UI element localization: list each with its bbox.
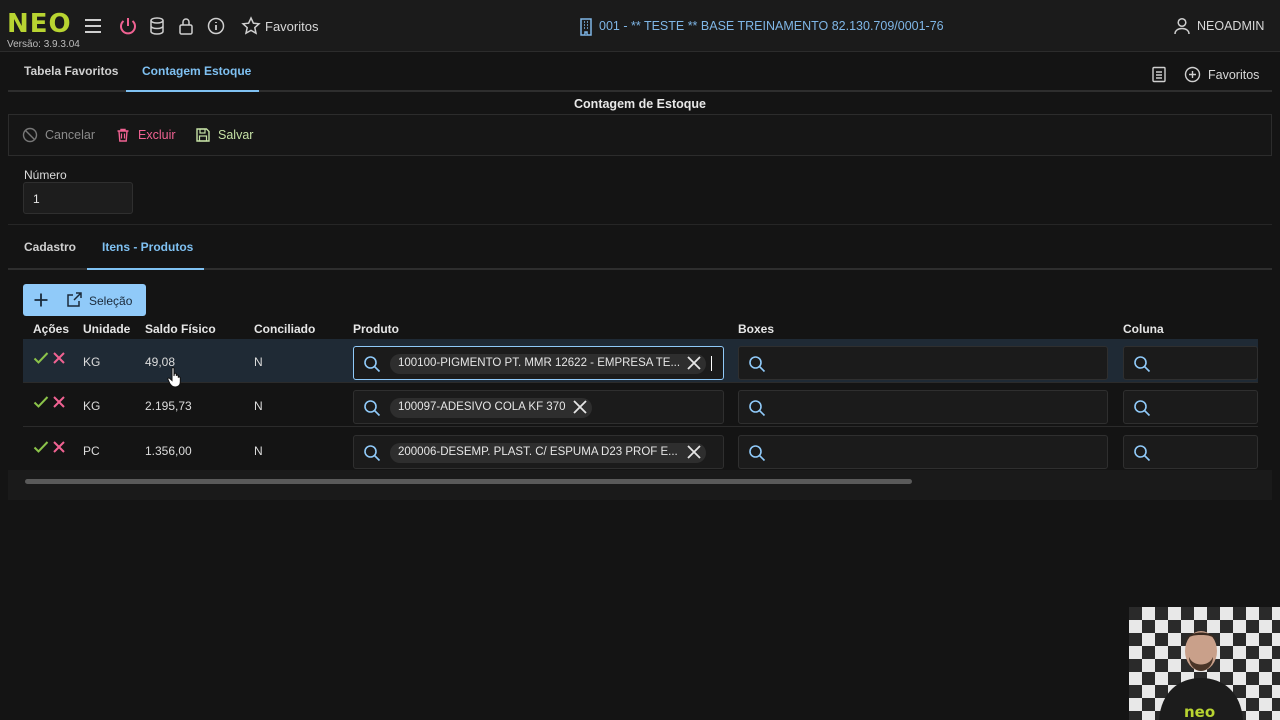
tab-itens-produtos[interactable]: Itens - Produtos xyxy=(102,240,193,254)
webcam-image: neo xyxy=(1129,607,1280,720)
text-cursor xyxy=(711,356,712,371)
cancel-icon xyxy=(22,127,38,143)
boxes-field[interactable] xyxy=(738,346,1108,380)
webcam-overlay: neo xyxy=(1129,607,1280,720)
coluna-field[interactable] xyxy=(1123,435,1258,469)
produto-chip-label: 100100-PIGMENTO PT. MMR 12622 - EMPRESA … xyxy=(398,357,681,369)
sub-tabs: Cadastro Itens - Produtos xyxy=(8,226,1272,270)
favorites-button[interactable]: Favoritos xyxy=(1208,68,1259,82)
header-coluna: Coluna xyxy=(1123,322,1164,336)
cell-conciliado: N xyxy=(254,444,263,458)
produto-chip: 100097-ADESIVO COLA KF 370 xyxy=(390,398,592,418)
produto-field[interactable]: 100097-ADESIVO COLA KF 370 xyxy=(353,390,724,424)
search-icon xyxy=(364,400,381,417)
save-button[interactable]: Salvar xyxy=(218,128,253,142)
remove-icon[interactable] xyxy=(52,395,66,409)
action-toolbar: Cancelar Excluir Salvar xyxy=(8,114,1272,156)
search-icon xyxy=(364,356,381,373)
user-name[interactable]: NEOADMIN xyxy=(1197,19,1264,33)
cancel-button[interactable]: Cancelar xyxy=(45,128,95,142)
tab-tabela-favoritos[interactable]: Tabela Favoritos xyxy=(24,64,118,78)
active-subtab-indicator xyxy=(87,268,204,270)
version-label: Versão: 3.9.3.04 xyxy=(7,39,80,50)
star-icon[interactable] xyxy=(241,16,261,36)
produto-chip-label: 200006-DESEMP. PLAST. C/ ESPUMA D23 PROF… xyxy=(398,446,678,458)
cell-unidade: PC xyxy=(83,444,100,458)
search-icon xyxy=(749,356,766,373)
search-icon xyxy=(1134,400,1151,417)
produto-chip: 100100-PIGMENTO PT. MMR 12622 - EMPRESA … xyxy=(390,354,706,374)
selection-label: Seleção xyxy=(89,294,133,308)
hand-cursor-icon xyxy=(167,367,181,388)
header-saldo-fisico: Saldo Físico xyxy=(145,322,216,336)
cell-conciliado: N xyxy=(254,399,263,413)
table-footer xyxy=(8,470,1272,500)
neo-logo[interactable]: NEO xyxy=(7,10,72,38)
trash-icon xyxy=(117,128,129,142)
search-icon xyxy=(749,400,766,417)
numero-input[interactable]: 1 xyxy=(23,182,133,214)
tab-contagem-estoque[interactable]: Contagem Estoque xyxy=(142,64,251,78)
coluna-field[interactable] xyxy=(1123,346,1258,380)
table-row[interactable]: KG 49,08 N 100100-PIGMENTO PT. MMR 12622… xyxy=(23,339,1258,383)
search-icon xyxy=(749,445,766,462)
delete-button[interactable]: Excluir xyxy=(138,128,176,142)
boxes-field[interactable] xyxy=(738,390,1108,424)
cell-unidade: KG xyxy=(83,355,101,369)
favorites-link[interactable]: Favoritos xyxy=(265,19,318,34)
save-icon xyxy=(196,128,210,142)
header-unidade: Unidade xyxy=(83,322,131,336)
building-icon xyxy=(580,18,592,36)
clear-icon[interactable] xyxy=(684,442,704,462)
produto-chip: 200006-DESEMP. PLAST. C/ ESPUMA D23 PROF… xyxy=(390,443,706,463)
remove-icon[interactable] xyxy=(52,440,66,454)
active-tab-indicator xyxy=(126,90,259,92)
cell-conciliado: N xyxy=(254,355,263,369)
power-icon[interactable] xyxy=(118,16,138,36)
table-row[interactable]: KG 2.195,73 N 100097-ADESIVO COLA KF 370 xyxy=(23,383,1258,427)
clear-icon[interactable] xyxy=(570,397,590,417)
produto-field[interactable]: 200006-DESEMP. PLAST. C/ ESPUMA D23 PROF… xyxy=(353,435,724,469)
search-icon xyxy=(1134,445,1151,462)
header-boxes: Boxes xyxy=(738,322,775,336)
add-circle-icon[interactable] xyxy=(1184,66,1201,83)
database-icon[interactable] xyxy=(147,16,167,36)
clear-icon[interactable] xyxy=(684,353,704,373)
company-label[interactable]: 001 - ** TESTE ** BASE TREINAMENTO 82.13… xyxy=(599,19,944,33)
page-title: Contagem de Estoque xyxy=(574,97,706,111)
menu-icon[interactable] xyxy=(83,16,103,36)
divider xyxy=(8,224,1272,225)
cell-saldo[interactable]: 1.356,00 xyxy=(145,444,192,458)
search-icon xyxy=(364,445,381,462)
numero-label: Número xyxy=(24,168,67,182)
horizontal-scrollbar[interactable] xyxy=(25,479,912,484)
confirm-icon[interactable] xyxy=(33,440,49,454)
header-acoes: Ações xyxy=(33,322,70,336)
header-produto: Produto xyxy=(353,322,399,336)
main-tabs: Tabela Favoritos Contagem Estoque xyxy=(8,52,1272,92)
info-icon[interactable] xyxy=(206,16,226,36)
list-icon[interactable] xyxy=(1151,66,1168,83)
search-icon xyxy=(1134,356,1151,373)
cell-saldo[interactable]: 2.195,73 xyxy=(145,399,192,413)
boxes-field[interactable] xyxy=(738,435,1108,469)
tab-cadastro[interactable]: Cadastro xyxy=(24,240,76,254)
header-conciliado: Conciliado xyxy=(254,322,316,336)
user-icon[interactable] xyxy=(1172,16,1192,36)
table-row[interactable]: PC 1.356,00 N 200006-DESEMP. PLAST. C/ E… xyxy=(23,428,1258,472)
add-selection-button[interactable]: Seleção xyxy=(23,284,146,316)
confirm-icon[interactable] xyxy=(33,395,49,409)
confirm-icon[interactable] xyxy=(33,351,49,365)
open-external-icon xyxy=(67,292,82,307)
plus-icon xyxy=(34,293,48,307)
cell-unidade: KG xyxy=(83,399,101,413)
top-bar: NEO Versão: 3.9.3.04 Favoritos 001 - ** … xyxy=(0,0,1280,52)
lock-icon[interactable] xyxy=(176,16,196,36)
remove-icon[interactable] xyxy=(52,351,66,365)
shirt-logo: neo xyxy=(1184,703,1215,720)
produto-field[interactable]: 100100-PIGMENTO PT. MMR 12622 - EMPRESA … xyxy=(353,346,724,380)
coluna-field[interactable] xyxy=(1123,390,1258,424)
produto-chip-label: 100097-ADESIVO COLA KF 370 xyxy=(398,401,566,413)
